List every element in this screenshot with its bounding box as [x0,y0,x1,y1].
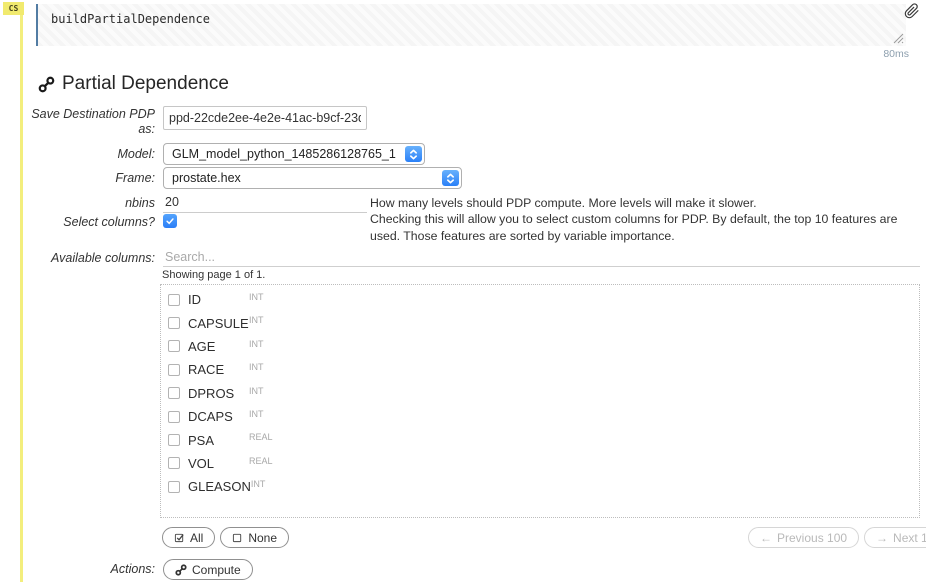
column-name: CAPSULE [188,316,249,331]
column-type: REAL [249,432,273,442]
pager-buttons: ← Previous 100 → Next 100 [748,527,926,548]
column-name: DPROS [188,386,249,401]
elapsed-time: 80ms [883,48,909,60]
select-none-button[interactable]: None [220,527,289,548]
link-icon [175,564,187,576]
next-100-label: Next 100 [893,531,926,545]
link-icon [38,76,55,93]
column-name: PSA [188,433,249,448]
page-title: Partial Dependence [62,73,229,95]
save-dest-input[interactable] [163,106,367,130]
column-name: VOL [188,456,249,471]
selection-buttons: All None [162,527,289,548]
check-icon [165,216,175,226]
column-type: INT [251,479,266,489]
frame-select-value: prostate.hex [172,171,442,185]
paperclip-icon[interactable] [904,3,920,19]
nbins-input[interactable] [163,192,367,213]
column-list: ID INT CAPSULE INT AGE INT RACE INT DPRO… [160,284,920,518]
column-checkbox[interactable] [168,317,180,329]
column-type: INT [249,315,264,325]
select-stepper-icon [442,170,459,186]
previous-100-button[interactable]: ← Previous 100 [748,527,859,548]
column-checkbox[interactable] [168,434,180,446]
column-name: DCAPS [188,409,249,424]
nbins-help: How many levels should PDP compute. More… [370,195,916,212]
column-row: AGE INT [161,335,919,358]
column-checkbox[interactable] [168,411,180,423]
code-input[interactable]: buildPartialDependence [51,12,210,26]
frame-select[interactable]: prostate.hex [163,167,462,189]
column-row: PSA REAL [161,428,919,451]
select-columns-checkbox[interactable] [163,214,177,228]
select-all-button[interactable]: All [162,527,215,548]
column-name: RACE [188,362,249,377]
save-dest-label: Save Destination PDP as: [24,107,155,137]
column-checkbox[interactable] [168,457,180,469]
actions-label: Actions: [0,562,155,577]
column-name: GLEASON [188,479,251,494]
column-row: DPROS INT [161,382,919,405]
column-type: INT [249,339,264,349]
column-row: VOL REAL [161,452,919,475]
column-checkbox[interactable] [168,364,180,376]
select-columns-label: Select columns? [0,215,155,230]
column-name: AGE [188,339,249,354]
select-none-label: None [248,531,277,545]
compute-button[interactable]: Compute [163,559,253,580]
select-stepper-icon [405,146,422,162]
column-checkbox[interactable] [168,481,180,493]
right-arrow-icon: → [876,532,888,544]
select-all-label: All [190,531,203,545]
column-row: RACE INT [161,358,919,381]
column-type: INT [249,292,264,302]
code-cell[interactable]: buildPartialDependence [36,4,906,46]
paging-status: Showing page 1 of 1. [162,269,265,281]
column-type: REAL [249,456,273,466]
column-type: INT [249,362,264,372]
flow-notebook-page: CS buildPartialDependence 80ms Partial D… [0,0,926,582]
previous-100-label: Previous 100 [777,531,847,545]
column-type: INT [249,409,264,419]
page-heading: Partial Dependence [38,73,229,95]
select-columns-help: Checking this will allow you to select c… [370,211,916,244]
column-checkbox[interactable] [168,294,180,306]
model-select[interactable]: GLM_model_python_1485286128765_1 [163,143,425,165]
cell-type-badge[interactable]: CS [3,2,24,15]
column-type: INT [249,386,264,396]
compute-label: Compute [192,563,241,577]
available-columns-label: Available columns: [0,251,155,266]
checkbox-empty-icon [232,532,243,543]
left-arrow-icon: ← [760,532,772,544]
column-row: ID INT [161,288,919,311]
column-checkbox[interactable] [168,387,180,399]
next-100-button[interactable]: → Next 100 [864,527,926,548]
model-select-value: GLM_model_python_1485286128765_1 [172,147,405,161]
resize-grip-icon[interactable] [892,32,904,44]
model-label: Model: [0,147,155,162]
column-row: DCAPS INT [161,405,919,428]
search-input[interactable] [163,247,920,267]
column-row: CAPSULE INT [161,311,919,334]
column-checkbox[interactable] [168,340,180,352]
column-name: ID [188,292,249,307]
checkbox-checked-icon [174,532,185,543]
cell-margin-line [20,15,23,582]
column-row: GLEASON INT [161,475,919,498]
nbins-label: nbins [0,196,155,211]
frame-label: Frame: [0,171,155,186]
